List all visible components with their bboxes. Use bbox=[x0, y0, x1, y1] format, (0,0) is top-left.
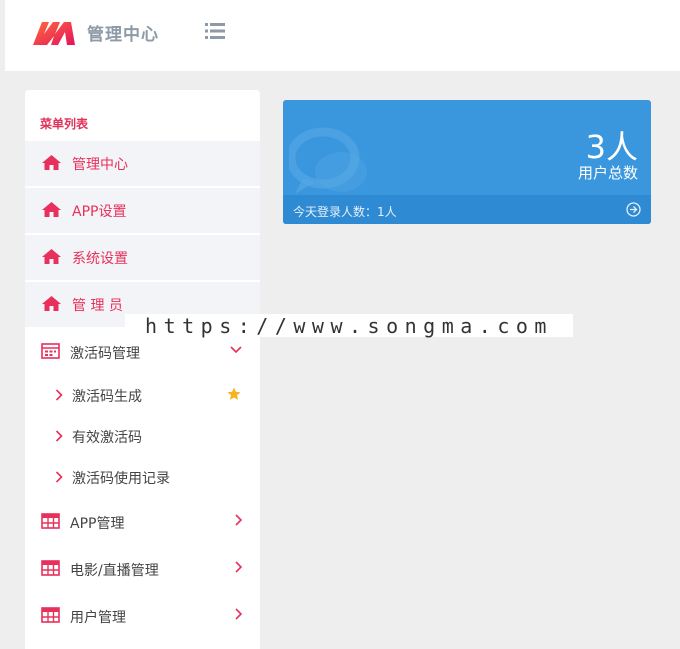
brand-logo-icon[interactable] bbox=[33, 18, 75, 45]
watermark-text: https://www.songma.com bbox=[145, 313, 553, 338]
sidebar-group-label: 激活码管理 bbox=[70, 346, 140, 362]
sidebar-item-system-settings[interactable]: 系统设置 bbox=[25, 235, 260, 280]
sidebar-subitem-generate-codes[interactable]: 激活码生成 bbox=[25, 378, 260, 414]
user-total-footer[interactable]: 今天登录人数：1人 bbox=[283, 195, 651, 224]
sidebar-item-label: APP设置 bbox=[72, 204, 127, 220]
user-total-label: 用户总数 bbox=[577, 164, 638, 182]
chevron-right-icon bbox=[55, 430, 63, 442]
chevron-down-icon bbox=[230, 346, 242, 354]
star-icon[interactable] bbox=[227, 387, 241, 401]
today-login-count: 今天登录人数：1人 bbox=[293, 205, 397, 219]
sidebar-item-label: 系统设置 bbox=[72, 251, 128, 267]
home-icon bbox=[42, 249, 61, 264]
table-icon bbox=[41, 607, 60, 623]
chevron-right-icon bbox=[55, 471, 63, 483]
home-icon bbox=[42, 202, 61, 217]
user-total-card: 3人 用户总数 今天登录人数：1人 bbox=[283, 100, 651, 224]
sidebar-item-admin-center[interactable]: 管理中心 bbox=[25, 141, 260, 186]
calendar-icon bbox=[41, 343, 60, 359]
sidebar-group-user-management[interactable]: 用户管理 bbox=[25, 595, 260, 635]
chevron-right-icon bbox=[55, 389, 63, 401]
table-icon bbox=[41, 560, 60, 576]
home-icon bbox=[42, 296, 61, 311]
sidebar-subitem-label: 激活码生成 bbox=[72, 389, 142, 405]
sidebar-item-app-settings[interactable]: APP设置 bbox=[25, 188, 260, 233]
sidebar-title: 菜单列表 bbox=[40, 117, 89, 131]
top-bar: 管理中心 bbox=[5, 0, 680, 71]
sidebar: 菜单列表 管理中心 APP设置 系统设置 管 理 员 激活码管理 激活码生成 有… bbox=[25, 90, 260, 649]
chevron-right-icon bbox=[235, 608, 243, 620]
sidebar-item-label: 管 理 员 bbox=[72, 298, 123, 314]
chevron-right-icon bbox=[235, 561, 243, 573]
chat-bubble-icon bbox=[289, 127, 367, 194]
chevron-right-icon bbox=[235, 514, 243, 526]
arrow-circle-right-icon[interactable] bbox=[626, 202, 641, 217]
sidebar-subitem-valid-codes[interactable]: 有效激活码 bbox=[25, 419, 260, 455]
sidebar-group-label: 用户管理 bbox=[70, 610, 126, 626]
sidebar-group-app-management[interactable]: APP管理 bbox=[25, 501, 260, 541]
sidebar-group-movie-live-management[interactable]: 电影/直播管理 bbox=[25, 548, 260, 588]
home-icon bbox=[42, 155, 61, 170]
brand-title: 管理中心 bbox=[87, 25, 159, 45]
sidebar-group-label: 电影/直播管理 bbox=[70, 563, 159, 579]
sidebar-subitem-code-usage-log[interactable]: 激活码使用记录 bbox=[25, 460, 260, 496]
sidebar-item-label: 管理中心 bbox=[72, 157, 128, 173]
sidebar-subitem-label: 有效激活码 bbox=[72, 430, 142, 446]
sidebar-group-label: APP管理 bbox=[70, 516, 125, 532]
watermark-banner: https://www.songma.com bbox=[125, 313, 573, 338]
sidebar-subitem-label: 激活码使用记录 bbox=[72, 471, 170, 487]
list-menu-icon[interactable] bbox=[205, 22, 225, 40]
table-icon bbox=[41, 513, 60, 529]
